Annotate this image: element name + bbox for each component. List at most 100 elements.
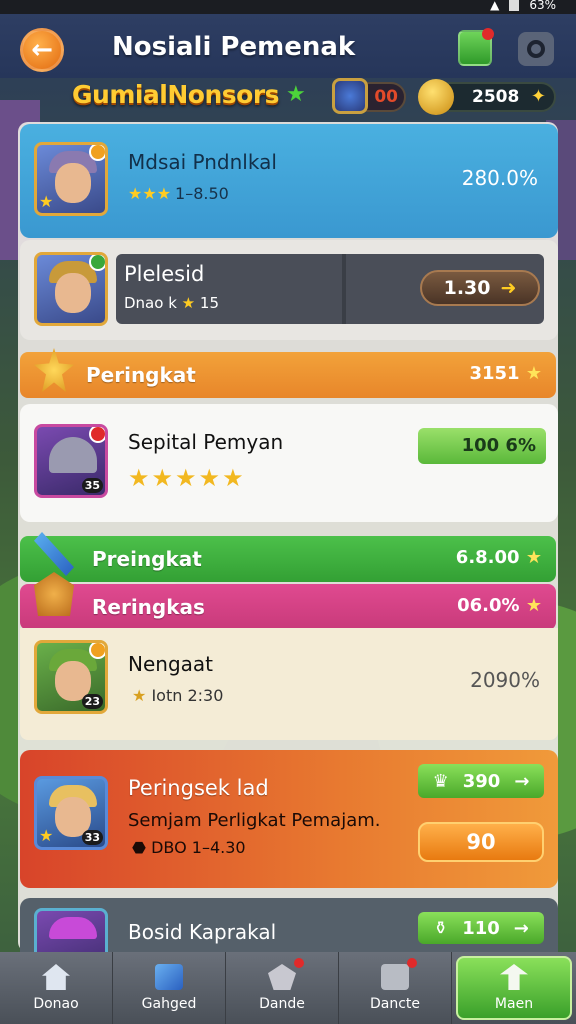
gem-crown-icon bbox=[49, 917, 97, 939]
star-emblem-icon bbox=[34, 348, 74, 392]
currency-bar: GumialNonsors ★ 00 2508 ✦ bbox=[0, 78, 576, 118]
section-value: 3151 ★ bbox=[469, 363, 542, 384]
gold-counter[interactable]: 2508 ✦ bbox=[418, 79, 556, 115]
player-stats: Dnao k ★ 15 bbox=[124, 294, 219, 312]
chest-icon bbox=[381, 964, 409, 990]
hero-avatar bbox=[34, 908, 108, 954]
level-badge: 23 bbox=[81, 694, 103, 709]
value-text: 06.0% bbox=[457, 595, 520, 616]
level-badge: 33 bbox=[81, 830, 103, 845]
nav-label: Maen bbox=[494, 996, 534, 1012]
nav-item-chest[interactable]: Dancte bbox=[339, 952, 452, 1024]
arrows-icon bbox=[500, 964, 528, 990]
player-name: Sepital Pemyan bbox=[128, 430, 284, 454]
percent-value: 2090% bbox=[470, 668, 540, 692]
knight-helmet-icon bbox=[49, 437, 97, 473]
hero-avatar bbox=[34, 252, 108, 326]
bottom-nav: Donao Gahged Dande Dancte Maen bbox=[0, 952, 576, 1024]
guild-name: GumialNonsors bbox=[72, 80, 280, 109]
hexagon-icon: ⬣ bbox=[132, 838, 146, 857]
notification-dot bbox=[482, 28, 494, 40]
star-icon: ★ bbox=[525, 547, 542, 568]
claim-button[interactable]: 90 bbox=[418, 822, 544, 862]
value-button[interactable]: 1.30 ➜ bbox=[420, 270, 540, 306]
hero-avatar: 35 bbox=[34, 424, 108, 498]
rating-stars: ★★★★★ bbox=[128, 464, 246, 492]
shop-button[interactable] bbox=[458, 28, 494, 66]
badge-icon bbox=[89, 255, 105, 271]
potion-icon: ⚱ bbox=[433, 917, 449, 939]
nav-item-heroes[interactable]: Dande bbox=[226, 952, 339, 1024]
trophy-icon: ♛ bbox=[432, 770, 449, 792]
gem-icon bbox=[332, 78, 368, 114]
section-value: 06.0% ★ bbox=[457, 595, 542, 616]
battery-text: 63% bbox=[529, 0, 556, 12]
header: ← Nosiali Pemenak bbox=[0, 14, 576, 78]
reward-button[interactable]: ⚱ 110 → bbox=[418, 912, 544, 944]
arrow-right-icon: → bbox=[514, 770, 530, 792]
badge-icon bbox=[89, 427, 105, 443]
star-icon: ★ bbox=[181, 294, 196, 312]
section-band[interactable]: Preingkat 6.8.00 ★ bbox=[20, 532, 556, 582]
player-name: Peringsek lad bbox=[128, 776, 269, 800]
hero-avatar: 23 bbox=[34, 640, 108, 714]
heart-shield-icon bbox=[268, 964, 296, 990]
hero-avatar: ★ 33 bbox=[34, 776, 108, 850]
gem-counter[interactable]: 00 bbox=[332, 78, 406, 114]
star-icon: ★ bbox=[286, 82, 306, 107]
star-icon: ★ bbox=[132, 686, 147, 705]
ranking-card[interactable]: Bosid Kaprakal ⚱ 110 → bbox=[20, 898, 558, 954]
section-band[interactable]: Peringkat 3151 ★ bbox=[20, 348, 556, 398]
rating-text: 1–8.50 bbox=[175, 184, 229, 203]
button-label: 1.30 bbox=[443, 277, 491, 299]
nav-label: Donao bbox=[33, 996, 79, 1012]
section-label: Peringkat bbox=[86, 363, 196, 387]
stat-text: DBO 1–4.30 bbox=[151, 838, 246, 857]
player-name: Bosid Kaprakal bbox=[128, 920, 277, 944]
home-icon bbox=[42, 964, 70, 990]
back-button[interactable]: ← bbox=[20, 28, 64, 72]
arrow-right-icon: → bbox=[513, 917, 529, 939]
notification-dot bbox=[294, 958, 304, 968]
hero-avatar: ★ bbox=[34, 142, 108, 216]
badge-icon bbox=[89, 643, 105, 659]
reward-button[interactable]: ♛ 390 → bbox=[418, 764, 544, 798]
nav-item-cards[interactable]: Gahged bbox=[113, 952, 226, 1024]
button-label: 390 bbox=[462, 770, 501, 792]
status-bar: ▲ 63% bbox=[0, 0, 576, 14]
rating-stars: ★★★ 1–8.50 bbox=[128, 184, 229, 203]
page-title: Nosiali Pemenak bbox=[112, 32, 356, 62]
battery-icon bbox=[509, 0, 520, 11]
divider bbox=[342, 254, 346, 324]
player-name: Plelesid bbox=[124, 262, 205, 286]
ranking-card[interactable]: ★ Mdsai Pndnlkal ★★★ 1–8.50 280.0% bbox=[20, 124, 558, 238]
percent-value: 280.0% bbox=[461, 166, 538, 190]
player-stats: ★ Iotn 2:30 bbox=[132, 686, 223, 705]
gem-value: 00 bbox=[374, 87, 398, 107]
section-value: 6.8.00 ★ bbox=[456, 547, 542, 568]
crossed-swords-icon bbox=[34, 532, 74, 576]
nav-item-main[interactable]: Maen bbox=[456, 956, 572, 1020]
nav-label: Gahged bbox=[141, 996, 197, 1012]
section-band[interactable]: Reringkas 06.0% ★ bbox=[20, 572, 556, 630]
settings-button[interactable] bbox=[518, 32, 554, 66]
ranking-card[interactable]: Plelesid Dnao k ★ 15 1.30 ➜ bbox=[20, 240, 558, 340]
back-arrow-icon: ← bbox=[31, 35, 53, 65]
star-icon: ★ bbox=[525, 363, 542, 384]
sparkle-icon: ✦ bbox=[530, 86, 546, 107]
notification-dot bbox=[407, 958, 417, 968]
stat-value: 15 bbox=[199, 294, 219, 312]
ranking-card[interactable]: ★ 33 Peringsek lad Semjam Perligkat Pema… bbox=[20, 750, 558, 888]
nav-item-home[interactable]: Donao bbox=[0, 952, 113, 1024]
ranking-card[interactable]: 23 Nengaat ★ Iotn 2:30 2090% bbox=[20, 628, 558, 740]
section-label: Reringkas bbox=[92, 595, 205, 619]
gold-value: 2508 bbox=[472, 87, 520, 107]
gear-icon bbox=[527, 40, 545, 58]
ranking-card[interactable]: 35 Sepital Pemyan ★★★★★ 100 6% bbox=[20, 404, 558, 522]
progress-pill: 100 6% bbox=[418, 428, 546, 464]
hero-face bbox=[55, 273, 91, 313]
player-name: Mdsai Pndnlkal bbox=[128, 150, 277, 174]
star-icon: ★ bbox=[525, 595, 542, 616]
star-icon: ★ bbox=[39, 192, 54, 211]
value-text: 3151 bbox=[469, 363, 520, 384]
